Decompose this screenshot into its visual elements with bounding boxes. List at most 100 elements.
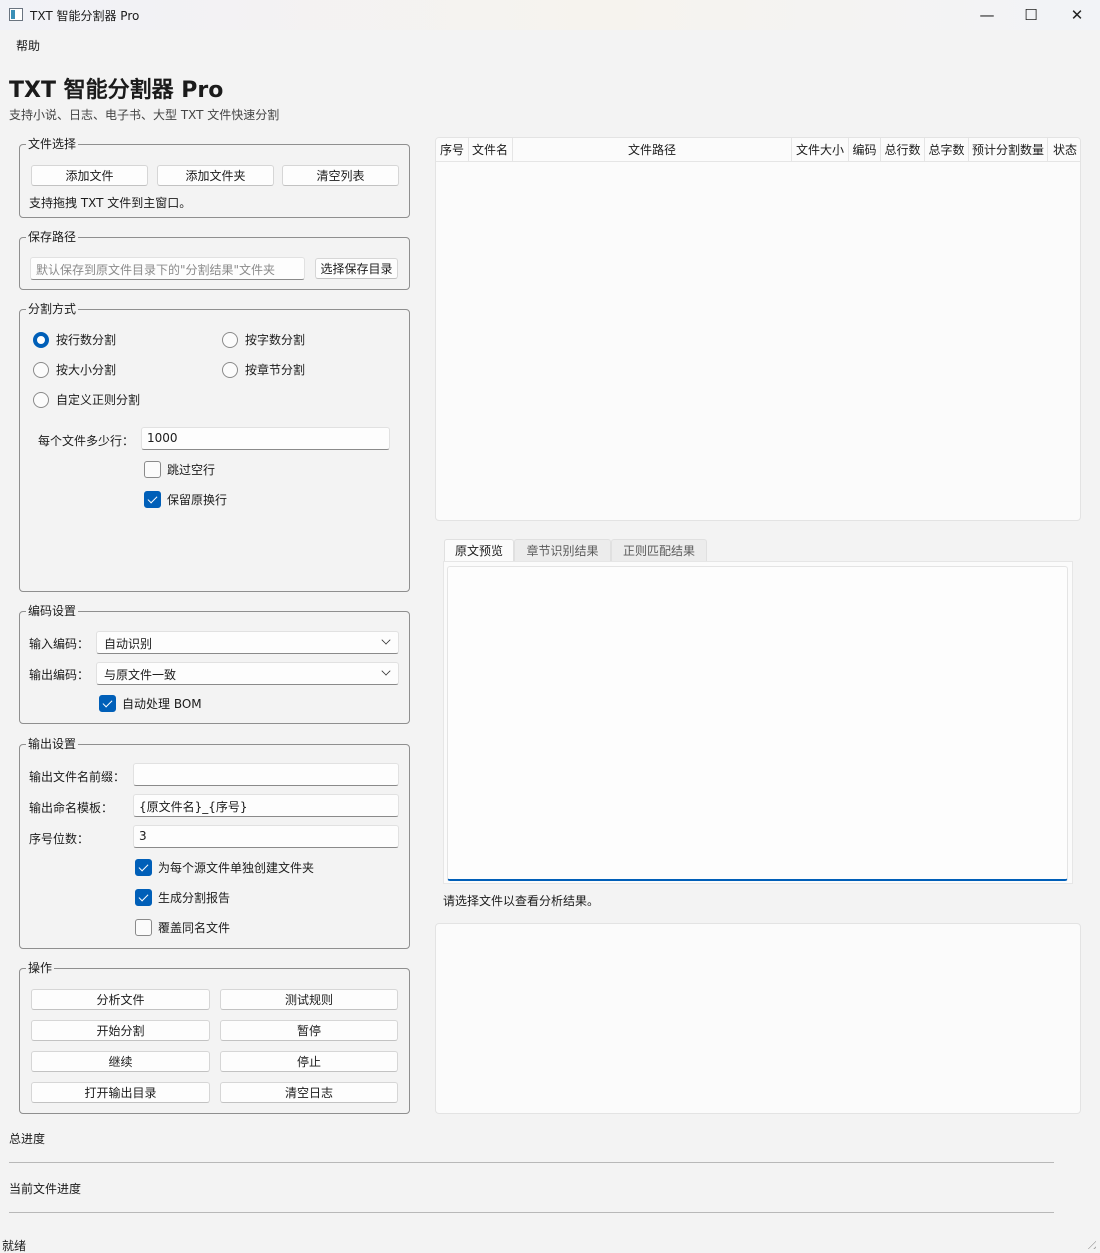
chevron-down-icon bbox=[381, 666, 391, 676]
save-path-group: 保存路径 默认保存到原文件目录下的"分割结果"文件夹 选择保存目录 bbox=[19, 229, 410, 290]
column-header[interactable]: 总字数 bbox=[925, 138, 969, 162]
page-subtitle: 支持小说、日志、电子书、大型 TXT 文件快速分割 bbox=[9, 108, 280, 122]
encoding-group: 编码设置 输入编码： 自动识别 输出编码： 与原文件一致 自动处理 BOM bbox=[19, 603, 410, 724]
input-encoding-label: 输入编码： bbox=[29, 637, 90, 651]
select-value: 自动识别 bbox=[104, 637, 153, 651]
checkbox-label: 为每个源文件单独创建文件夹 bbox=[158, 861, 315, 875]
column-header[interactable]: 状态 bbox=[1048, 138, 1080, 162]
add-folder-button[interactable]: 添加文件夹 bbox=[157, 165, 274, 186]
save-path-input[interactable]: 默认保存到原文件目录下的"分割结果"文件夹 bbox=[30, 257, 305, 280]
current-progress-bar bbox=[9, 1212, 1054, 1213]
column-header[interactable]: 文件大小 bbox=[792, 138, 849, 162]
analyze-button[interactable]: 分析文件 bbox=[31, 989, 210, 1010]
tab-regex-result[interactable]: 正则匹配结果 bbox=[611, 539, 707, 561]
digits-input[interactable]: 3 bbox=[133, 825, 399, 848]
column-header[interactable]: 预计分割数量 bbox=[969, 138, 1048, 162]
split-mode-group: 分割方式 按行数分割 按字数分割 按大小分割 按章节分割 自定义正则分割 每个文… bbox=[19, 301, 410, 592]
radio-split-by-chars[interactable]: 按字数分割 bbox=[222, 331, 305, 348]
select-value: 与原文件一致 bbox=[104, 668, 177, 682]
test-rule-button[interactable]: 测试规则 bbox=[220, 989, 398, 1010]
column-header[interactable]: 编码 bbox=[849, 138, 881, 162]
overwrite-checkbox[interactable]: 覆盖同名文件 bbox=[135, 919, 230, 936]
current-progress-label: 当前文件进度 bbox=[9, 1182, 82, 1196]
radio-split-by-size[interactable]: 按大小分割 bbox=[33, 361, 116, 378]
radio-label: 自定义正则分割 bbox=[56, 393, 141, 407]
actions-title: 操作 bbox=[26, 960, 55, 976]
checkbox-box bbox=[144, 491, 161, 508]
template-input[interactable]: {原文件名}_{序号} bbox=[133, 794, 399, 817]
radio-split-by-chapter[interactable]: 按章节分割 bbox=[222, 361, 305, 378]
checkbox-label: 保留原换行 bbox=[167, 493, 228, 507]
checkbox-box bbox=[135, 919, 152, 936]
total-progress-label: 总进度 bbox=[9, 1132, 46, 1146]
output-encoding-label: 输出编码： bbox=[29, 668, 90, 682]
open-output-button[interactable]: 打开输出目录 bbox=[31, 1082, 210, 1103]
actions-group: 操作 分析文件 测试规则 开始分割 暂停 继续 停止 打开输出目录 清空日志 bbox=[19, 960, 410, 1114]
save-path-title: 保存路径 bbox=[26, 229, 79, 245]
lines-per-file-label: 每个文件多少行： bbox=[38, 434, 135, 448]
keep-linebreak-checkbox[interactable]: 保留原换行 bbox=[144, 491, 227, 508]
add-file-button[interactable]: 添加文件 bbox=[31, 165, 148, 186]
app-icon bbox=[9, 8, 23, 21]
preview-text-area[interactable] bbox=[447, 566, 1068, 881]
maximize-button[interactable]: ☐ bbox=[1008, 0, 1054, 30]
column-header[interactable]: 序号 bbox=[436, 138, 469, 162]
folder-per-file-checkbox[interactable]: 为每个源文件单独创建文件夹 bbox=[135, 859, 314, 876]
drag-hint: 支持拖拽 TXT 文件到主窗口。 bbox=[29, 196, 192, 210]
radio-indicator bbox=[222, 331, 238, 348]
file-table[interactable]: 序号 文件名 文件路径 文件大小 编码 总行数 总字数 预计分割数量 状态 bbox=[435, 137, 1081, 521]
resume-button[interactable]: 继续 bbox=[31, 1051, 210, 1072]
output-encoding-select[interactable]: 与原文件一致 bbox=[96, 662, 399, 685]
choose-save-dir-button[interactable]: 选择保存目录 bbox=[315, 258, 398, 279]
total-progress-bar bbox=[9, 1162, 1054, 1163]
menu-help[interactable]: 帮助 bbox=[16, 37, 40, 54]
radio-indicator bbox=[33, 361, 49, 378]
clear-list-button[interactable]: 清空列表 bbox=[282, 165, 399, 186]
output-settings-title: 输出设置 bbox=[26, 736, 79, 752]
radio-label: 按大小分割 bbox=[56, 363, 117, 377]
checkbox-label: 跳过空行 bbox=[167, 463, 216, 477]
radio-label: 按章节分割 bbox=[245, 363, 306, 377]
skip-empty-checkbox[interactable]: 跳过空行 bbox=[144, 461, 215, 478]
radio-split-by-lines[interactable]: 按行数分割 bbox=[33, 331, 116, 348]
radio-split-by-regex[interactable]: 自定义正则分割 bbox=[33, 391, 140, 408]
radio-label: 按字数分割 bbox=[245, 333, 306, 347]
output-settings-group: 输出设置 输出文件名前缀： 输出命名模板： {原文件名}_{序号} 序号位数： … bbox=[19, 736, 410, 949]
template-label: 输出命名模板： bbox=[29, 801, 114, 815]
table-header: 序号 文件名 文件路径 文件大小 编码 总行数 总字数 预计分割数量 状态 bbox=[436, 138, 1080, 162]
file-select-group: 文件选择 添加文件 添加文件夹 清空列表 支持拖拽 TXT 文件到主窗口。 bbox=[19, 136, 410, 218]
stop-button[interactable]: 停止 bbox=[220, 1051, 398, 1072]
title-bar: TXT 智能分割器 Pro — ☐ ✕ bbox=[0, 0, 1100, 30]
close-icon: ✕ bbox=[1070, 6, 1084, 24]
minimize-icon: — bbox=[979, 6, 995, 24]
start-split-button[interactable]: 开始分割 bbox=[31, 1020, 210, 1041]
resize-grip-icon[interactable] bbox=[1084, 1237, 1096, 1249]
radio-indicator bbox=[33, 391, 49, 408]
log-text-area[interactable] bbox=[435, 923, 1081, 1114]
clear-log-button[interactable]: 清空日志 bbox=[220, 1082, 398, 1103]
tab-chapter-result[interactable]: 章节识别结果 bbox=[514, 539, 611, 561]
generate-report-checkbox[interactable]: 生成分割报告 bbox=[135, 889, 230, 906]
close-button[interactable]: ✕ bbox=[1054, 0, 1100, 30]
page-title: TXT 智能分割器 Pro bbox=[9, 78, 224, 103]
split-mode-title: 分割方式 bbox=[26, 301, 79, 317]
pause-button[interactable]: 暂停 bbox=[220, 1020, 398, 1041]
analysis-status-text: 请选择文件以查看分析结果。 bbox=[443, 894, 600, 908]
lines-per-file-input[interactable]: 1000 bbox=[141, 427, 390, 450]
checkbox-box bbox=[144, 461, 161, 478]
radio-indicator bbox=[222, 361, 238, 378]
column-header[interactable]: 文件路径 bbox=[513, 138, 792, 162]
checkbox-box bbox=[99, 695, 116, 712]
minimize-button[interactable]: — bbox=[964, 0, 1010, 30]
prefix-label: 输出文件名前缀： bbox=[29, 770, 126, 784]
encoding-title: 编码设置 bbox=[26, 603, 79, 619]
input-encoding-select[interactable]: 自动识别 bbox=[96, 631, 399, 654]
prefix-input[interactable] bbox=[133, 763, 399, 786]
column-header[interactable]: 文件名 bbox=[469, 138, 513, 162]
auto-bom-checkbox[interactable]: 自动处理 BOM bbox=[99, 695, 202, 712]
tab-raw-preview[interactable]: 原文预览 bbox=[444, 539, 514, 561]
column-header[interactable]: 总行数 bbox=[881, 138, 925, 162]
radio-label: 按行数分割 bbox=[56, 333, 117, 347]
checkbox-box bbox=[135, 889, 152, 906]
status-bar-text: 就绪 bbox=[2, 1239, 27, 1253]
